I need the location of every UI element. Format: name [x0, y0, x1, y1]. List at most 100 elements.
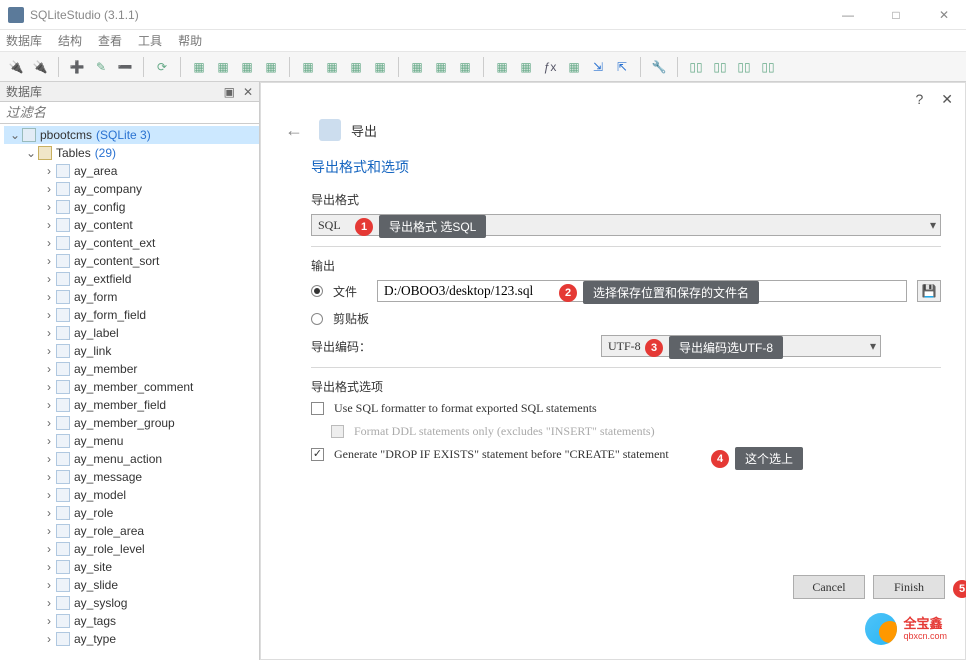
tool-12-icon[interactable]: ▦: [564, 57, 584, 77]
tool-refresh-icon[interactable]: ⟳: [152, 57, 172, 77]
tool-history-icon[interactable]: ▦: [516, 57, 536, 77]
back-arrow-icon[interactable]: ←: [279, 120, 309, 141]
tool-sql-icon[interactable]: ▦: [492, 57, 512, 77]
radio-file-label: 文件: [333, 283, 367, 300]
tree-table-node[interactable]: ›ay_role_level: [4, 540, 259, 558]
tree-table-node[interactable]: ›ay_member: [4, 360, 259, 378]
table-name: ay_area: [74, 164, 117, 178]
annotation-badge-5: 5: [953, 580, 966, 598]
table-name: ay_form: [74, 290, 117, 304]
section-title: 导出格式和选项: [311, 157, 941, 177]
table-icon: [56, 560, 70, 574]
tree-table-node[interactable]: ›ay_model: [4, 486, 259, 504]
tree-table-node[interactable]: ›ay_slide: [4, 576, 259, 594]
tree-table-node[interactable]: ›ay_role_area: [4, 522, 259, 540]
radio-file[interactable]: [311, 285, 323, 297]
tool-connect-icon[interactable]: 🔌: [6, 57, 26, 77]
tree-table-node[interactable]: ›ay_link: [4, 342, 259, 360]
table-name: ay_member: [74, 362, 137, 376]
tree-table-node[interactable]: ›ay_tags: [4, 612, 259, 630]
tree-table-node[interactable]: ›ay_company: [4, 180, 259, 198]
tree-table-node[interactable]: ›ay_form_field: [4, 306, 259, 324]
minimize-button[interactable]: —: [834, 8, 862, 22]
radio-clipboard[interactable]: [311, 313, 323, 325]
tree-table-node[interactable]: ›ay_menu: [4, 432, 259, 450]
chk-drop-exists[interactable]: [311, 448, 324, 461]
chevron-down-icon: ▾: [870, 339, 876, 354]
tool-3-icon[interactable]: ▦: [237, 57, 257, 77]
tree-table-node[interactable]: ›ay_role: [4, 504, 259, 522]
table-name: ay_member_comment: [74, 380, 193, 394]
encoding-combo[interactable]: UTF-8 ▾: [601, 335, 881, 357]
tree-table-node[interactable]: ›ay_config: [4, 198, 259, 216]
sidebar-title: 数据库: [6, 83, 42, 100]
table-name: ay_role_level: [74, 542, 145, 556]
chk-formatter[interactable]: [311, 402, 324, 415]
tool-edit-db-icon[interactable]: ✎: [91, 57, 111, 77]
tool-7-icon[interactable]: ▦: [346, 57, 366, 77]
tree-table-node[interactable]: ›ay_type: [4, 630, 259, 648]
table-icon: [56, 218, 70, 232]
dialog-close-button[interactable]: ✕: [941, 91, 953, 108]
table-name: ay_link: [74, 344, 111, 358]
chk-ddl-only: [331, 425, 344, 438]
table-icon: [56, 398, 70, 412]
tool-9-icon[interactable]: ▦: [407, 57, 427, 77]
tree-db-node[interactable]: ⌄ pbootcms (SQLite 3): [4, 126, 259, 144]
tool-settings-icon[interactable]: 🔧: [649, 57, 669, 77]
table-name: ay_member_field: [74, 398, 166, 412]
maximize-button[interactable]: □: [882, 8, 910, 22]
tree-table-node[interactable]: ›ay_member_field: [4, 396, 259, 414]
tool-10-icon[interactable]: ▦: [431, 57, 451, 77]
table-icon: [56, 470, 70, 484]
tool-2-icon[interactable]: ▦: [213, 57, 233, 77]
menu-view[interactable]: 查看: [98, 32, 122, 49]
tool-import-icon[interactable]: ⇲: [588, 57, 608, 77]
close-window-button[interactable]: ✕: [930, 8, 958, 22]
tree-table-node[interactable]: ›ay_content: [4, 216, 259, 234]
tool-6-icon[interactable]: ▦: [322, 57, 342, 77]
dialog-help-button[interactable]: ?: [915, 91, 923, 107]
menu-tools[interactable]: 工具: [138, 32, 162, 49]
tree-table-node[interactable]: ›ay_message: [4, 468, 259, 486]
sidebar-float-icon[interactable]: ▣: [224, 85, 235, 99]
format-combo[interactable]: SQL ▾: [311, 214, 941, 236]
menu-database[interactable]: 数据库: [6, 32, 42, 49]
tool-4-icon[interactable]: ▦: [261, 57, 281, 77]
file-path-input[interactable]: [377, 280, 907, 302]
tool-layout1-icon[interactable]: ▯▯: [686, 57, 706, 77]
cancel-button[interactable]: Cancel: [793, 575, 865, 599]
tool-8-icon[interactable]: ▦: [370, 57, 390, 77]
sidebar-close-icon[interactable]: ✕: [243, 85, 253, 99]
tool-5-icon[interactable]: ▦: [298, 57, 318, 77]
tree-table-node[interactable]: ›ay_syslog: [4, 594, 259, 612]
tool-layout4-icon[interactable]: ▯▯: [758, 57, 778, 77]
table-icon: [56, 488, 70, 502]
tree-table-node[interactable]: ›ay_content_sort: [4, 252, 259, 270]
tree-table-node[interactable]: ›ay_area: [4, 162, 259, 180]
tool-layout2-icon[interactable]: ▯▯: [710, 57, 730, 77]
tool-disconnect-icon[interactable]: 🔌: [30, 57, 50, 77]
tool-1-icon[interactable]: ▦: [189, 57, 209, 77]
tool-add-db-icon[interactable]: ➕: [67, 57, 87, 77]
tree-tables-node[interactable]: ⌄ Tables (29): [4, 144, 259, 162]
browse-save-button[interactable]: 💾: [917, 280, 941, 302]
tool-fx-icon[interactable]: ƒx: [540, 57, 560, 77]
tree-table-node[interactable]: ›ay_content_ext: [4, 234, 259, 252]
tree-table-node[interactable]: ›ay_member_comment: [4, 378, 259, 396]
tool-remove-db-icon[interactable]: ➖: [115, 57, 135, 77]
tool-layout3-icon[interactable]: ▯▯: [734, 57, 754, 77]
sidebar-filter-input[interactable]: [0, 102, 259, 123]
finish-button[interactable]: Finish: [873, 575, 945, 599]
tool-11-icon[interactable]: ▦: [455, 57, 475, 77]
menu-help[interactable]: 帮助: [178, 32, 202, 49]
tree-table-node[interactable]: ›ay_form: [4, 288, 259, 306]
tree-table-node[interactable]: ›ay_extfield: [4, 270, 259, 288]
menu-structure[interactable]: 结构: [58, 32, 82, 49]
tool-export-icon[interactable]: ⇱: [612, 57, 632, 77]
database-tree[interactable]: ⌄ pbootcms (SQLite 3) ⌄ Tables (29) ›ay_…: [0, 124, 259, 660]
tree-table-node[interactable]: ›ay_menu_action: [4, 450, 259, 468]
tree-table-node[interactable]: ›ay_member_group: [4, 414, 259, 432]
tree-table-node[interactable]: ›ay_site: [4, 558, 259, 576]
tree-table-node[interactable]: ›ay_label: [4, 324, 259, 342]
